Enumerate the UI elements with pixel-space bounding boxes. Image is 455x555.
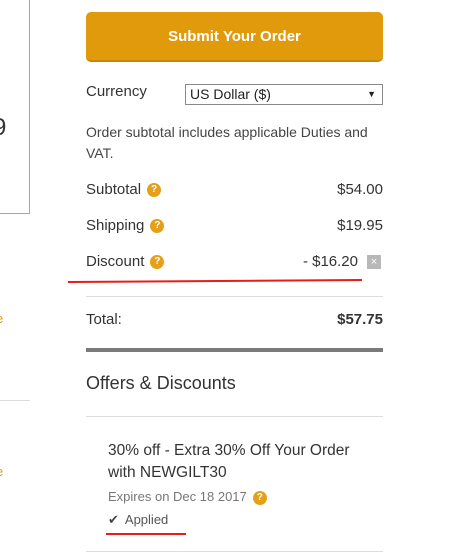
currency-select-value: US Dollar ($) [190,86,271,102]
left-panel-divider [0,400,30,401]
discount-label-text: Discount [86,253,145,270]
offer-title: 30% off - Extra 30% Off Your Order with … [108,442,350,481]
checkmark-icon: ✔ [108,512,119,527]
offers-section-title: Offers & Discounts [86,373,236,393]
offer-status: ✔ Applied [108,512,168,528]
shipping-value: $19.95 [337,217,383,234]
totals-divider [86,296,383,297]
offer-expiry-text: Expires on Dec 18 2017 [108,489,247,504]
total-label: Total: [86,311,122,328]
shipping-label: Shipping? [86,217,165,234]
total-thick-divider [86,348,383,352]
subtotal-label: Subtotal? [86,181,162,198]
shipping-label-text: Shipping [86,217,145,234]
annotation-underline [106,533,186,535]
duties-note: Order subtotal includes applicable Dutie… [86,124,368,161]
subtotal-value: $54.00 [337,181,383,198]
offer-status-text: Applied [124,512,169,527]
left-panel-card: 9 [0,0,30,214]
question-circle-icon[interactable]: ? [252,490,267,505]
question-circle-icon[interactable]: ? [150,255,165,270]
remove-discount-button[interactable]: × [367,255,381,269]
total-value: $57.75 [337,311,383,328]
chevron-down-icon: ▼ [367,89,376,99]
left-panel-link[interactable]: e [0,311,3,326]
left-panel-link[interactable]: e [0,464,3,479]
offers-bottom-divider [86,551,383,552]
offers-divider [86,416,383,417]
subtotal-label-text: Subtotal [86,181,142,198]
submit-order-button[interactable]: Submit Your Order [86,12,383,62]
discount-label: Discount? [86,253,165,270]
discount-value: - $16.20 [302,253,358,270]
annotation-underline [67,278,363,284]
question-circle-icon[interactable]: ? [147,183,162,198]
left-panel-glyph: 9 [0,114,6,142]
offer-expiry: Expires on Dec 18 2017? [108,489,267,505]
currency-label: Currency [86,83,147,100]
currency-select[interactable]: US Dollar ($) ▼ [185,84,383,105]
question-circle-icon[interactable]: ? [150,219,165,234]
